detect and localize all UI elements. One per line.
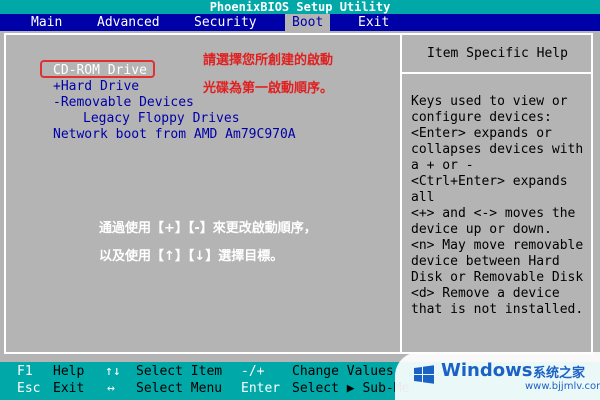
help-line: <Ctrl+Enter> expands bbox=[411, 174, 568, 189]
key-enter-desc: Select ▶ Sub-Me bbox=[292, 381, 410, 396]
panel-divider bbox=[400, 33, 402, 354]
help-line: device between Hard bbox=[411, 254, 560, 269]
key-enter: Enter bbox=[241, 381, 281, 396]
annotation-line-3: 通過使用【+】【-】來更改啟動順序， bbox=[99, 221, 317, 236]
help-line: <+> and <-> moves the bbox=[411, 206, 576, 221]
bios-title: PhoenixBIOS Setup Utility bbox=[209, 0, 391, 14]
key-f1: F1 bbox=[17, 364, 33, 379]
help-line: <n> May move removable bbox=[411, 238, 584, 253]
help-line: all bbox=[411, 190, 435, 205]
annotation-line-4: 以及使用【↑】【↓】選擇目標。 bbox=[99, 249, 284, 264]
key-esc: Esc bbox=[17, 381, 41, 396]
menu-exit[interactable]: Exit bbox=[351, 14, 396, 31]
help-line: <d> Remove a device bbox=[411, 286, 560, 301]
help-line: <Enter> expands or bbox=[411, 126, 552, 141]
annotation-line-1: 請選擇您所創建的啟動 bbox=[203, 53, 334, 68]
help-line: configure devices: bbox=[411, 110, 552, 125]
key-f1-desc: Help bbox=[53, 364, 85, 379]
help-line: Disk or Removable Disk bbox=[411, 270, 584, 285]
key-minus-plus: -/+ bbox=[241, 364, 265, 379]
key-leftright-desc: Select Menu bbox=[136, 381, 223, 396]
key-updown: ↑↓ bbox=[105, 364, 121, 379]
help-title: Item Specific Help bbox=[427, 46, 568, 61]
help-line: device up or down. bbox=[411, 222, 552, 237]
help-line: Keys used to view or bbox=[411, 94, 568, 109]
site-watermark: Windows 系统之家 www.bjjmlv.com bbox=[395, 352, 600, 400]
selection-highlight-box bbox=[40, 60, 155, 78]
menu-main[interactable]: Main bbox=[24, 14, 69, 31]
boot-item-legacy-floppy[interactable]: Legacy Floppy Drives bbox=[45, 111, 296, 127]
help-line: collapses devices with bbox=[411, 142, 584, 157]
key-minus-plus-desc: Change Values bbox=[292, 364, 394, 379]
windows-logo-icon bbox=[414, 365, 434, 384]
key-leftright: ↔ bbox=[107, 381, 115, 396]
key-esc-desc: Exit bbox=[53, 381, 85, 396]
help-text: Keys used to view or configure devices: … bbox=[411, 94, 591, 318]
watermark-brand: Windows bbox=[441, 360, 533, 381]
annotation-line-2: 光碟為第一啟動順序。 bbox=[203, 81, 334, 96]
menu-security[interactable]: Security bbox=[187, 14, 264, 31]
help-line: that is not installed. bbox=[411, 302, 584, 317]
watermark-cn: 系统之家 bbox=[533, 366, 586, 381]
key-updown-desc: Select Item bbox=[136, 364, 223, 379]
watermark-url: www.bjjmlv.com bbox=[525, 381, 600, 392]
menu-bar: Main Advanced Security Boot Exit bbox=[0, 14, 600, 31]
menu-boot[interactable]: Boot bbox=[285, 14, 331, 31]
menu-advanced[interactable]: Advanced bbox=[90, 14, 167, 31]
help-line: a + or - bbox=[411, 158, 474, 173]
bios-title-bar: PhoenixBIOS Setup Utility bbox=[0, 0, 600, 14]
help-header-divider bbox=[402, 72, 593, 74]
boot-item-network-boot[interactable]: Network boot from AMD Am79C970A bbox=[45, 127, 296, 143]
